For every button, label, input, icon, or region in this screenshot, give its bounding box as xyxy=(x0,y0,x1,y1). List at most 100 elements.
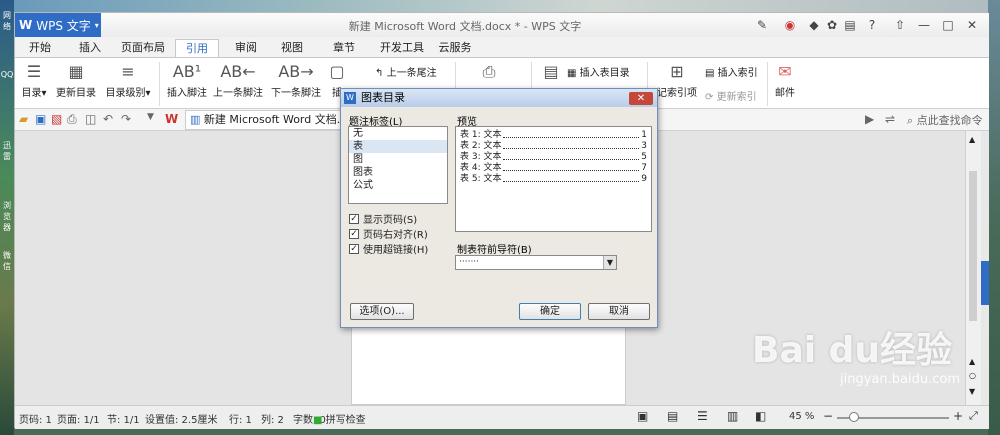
prev-page-icon[interactable]: ▲ xyxy=(969,357,975,366)
fit-page-icon[interactable]: ⤢ xyxy=(969,409,978,423)
fullscreen-icon[interactable]: ▣ xyxy=(637,409,648,423)
doc-icon[interactable]: ▤ xyxy=(841,16,859,34)
search-icon: ⌕ xyxy=(907,114,914,127)
chevron-down-icon[interactable]: ▼ xyxy=(147,112,154,122)
zoom-slider[interactable] xyxy=(837,412,949,422)
tab-review[interactable]: 审阅 xyxy=(231,39,261,57)
close-button[interactable]: ✕ xyxy=(963,16,981,34)
mail-button[interactable]: ✉ 邮件 xyxy=(771,62,799,99)
share-icon[interactable]: ◆ xyxy=(805,16,823,34)
desktop-bottom-strip xyxy=(14,428,988,435)
baidu-watermark-url: jingyan.baidu.com xyxy=(840,372,960,387)
update-toc-button[interactable]: ▦ 更新目录 xyxy=(55,62,97,99)
caption-item-chart[interactable]: 图表 xyxy=(349,166,447,179)
caption-item-equation[interactable]: 公式 xyxy=(349,179,447,192)
insert-table-toc-button[interactable]: ▦ 插入表目录 xyxy=(567,64,637,79)
desktop-icon-browser[interactable]: 浏览器 xyxy=(0,200,14,233)
caption-item-none[interactable]: 无 xyxy=(349,127,447,140)
zoom-in-icon[interactable]: + xyxy=(953,409,963,423)
side-panel-strip[interactable] xyxy=(981,131,989,405)
document-icon: ▤ xyxy=(543,62,559,81)
export-pdf-icon[interactable]: ▧ xyxy=(51,112,62,126)
preview-line: 表 1: 文本 1 xyxy=(460,130,647,140)
web-view-icon[interactable]: ▥ xyxy=(727,409,738,423)
insert-index-button[interactable]: ▤ 插入索引 xyxy=(705,64,763,79)
app-name: WPS 文字 xyxy=(36,18,91,33)
chevron-down-icon[interactable]: ▼ xyxy=(603,256,616,269)
scroll-thumb[interactable] xyxy=(969,171,977,321)
layout-icon[interactable]: ⇌ xyxy=(885,112,895,126)
zoom-slider-thumb[interactable] xyxy=(849,412,859,422)
next-footnote-button[interactable]: AB→ 下一条脚注 xyxy=(269,62,323,99)
spell-check-toggle[interactable]: ■ 拼写检查 xyxy=(313,411,366,426)
table-toc-icon: ▦ xyxy=(567,68,577,79)
tab-references[interactable]: 引用 xyxy=(175,39,219,57)
zoom-out-icon[interactable]: − xyxy=(823,409,833,423)
toc-level-button[interactable]: ≡ 目录级别▾ xyxy=(103,62,153,99)
cancel-button[interactable]: 取消 xyxy=(588,303,650,320)
side-panel-tab[interactable] xyxy=(981,261,989,305)
desktop-icon-xunlei[interactable]: 迅雷 xyxy=(0,140,14,162)
scroll-up-icon[interactable]: ▲ xyxy=(969,135,975,144)
tab-leader-label: 制表符前导符(B) xyxy=(457,245,532,256)
restore-button[interactable]: □ xyxy=(939,16,957,34)
search-command[interactable]: ⌕ 点此查找命令 xyxy=(907,112,983,128)
minimize-button[interactable]: — xyxy=(915,16,933,34)
insert-footnote-button[interactable]: AB¹ 插入脚注 xyxy=(165,62,209,99)
update-toc-icon: ▦ xyxy=(68,62,84,81)
dialog-close-button[interactable]: ✕ xyxy=(629,92,653,105)
checkbox-checked-icon: ✓ xyxy=(349,228,359,239)
tab-insert[interactable]: 插入 xyxy=(73,39,107,57)
svg-text:Bai du经验: Bai du经验 xyxy=(752,330,952,371)
update-index-button[interactable]: ⟳ 更新索引 xyxy=(705,88,763,103)
caption-item-table[interactable]: 表 xyxy=(349,140,447,153)
outline-view-icon[interactable]: ☰ xyxy=(697,409,708,423)
page-view-icon[interactable]: ▤ xyxy=(667,409,678,423)
app-menu-button[interactable]: W WPS 文字 ▾ xyxy=(15,13,101,37)
caption-label-list[interactable]: 无 表 图 图表 公式 xyxy=(348,126,448,204)
reading-mode-icon[interactable]: ◧ xyxy=(755,409,766,423)
redo-icon[interactable]: ↷ xyxy=(121,112,131,126)
zoom-level[interactable]: 45 % xyxy=(789,411,814,422)
tab-developer[interactable]: 开发工具 xyxy=(379,39,425,57)
undo-icon[interactable]: ↶ xyxy=(103,112,113,126)
save-icon[interactable]: ▣ xyxy=(35,112,46,126)
doc-list-button[interactable]: ▤ xyxy=(541,62,561,84)
print-icon-button[interactable]: ⎙ xyxy=(475,62,503,84)
prev-endnote-button[interactable]: ↰ 上一条尾注 xyxy=(375,64,445,79)
ribbon-divider xyxy=(767,62,768,106)
toc-icon: ☰ xyxy=(26,62,42,81)
document-tab[interactable]: ▥ 新建 Microsoft Word 文档.docx xyxy=(185,110,360,130)
print-preview-icon[interactable]: ◫ xyxy=(85,112,96,126)
select-browse-icon[interactable]: ○ xyxy=(969,371,976,380)
notification-icon[interactable]: ◉ xyxy=(781,16,799,34)
options-button[interactable]: 选项(O)... xyxy=(350,303,414,320)
tab-home[interactable]: 开始 xyxy=(25,39,55,57)
tab-chapter[interactable]: 章节 xyxy=(329,39,359,57)
panel-toggle-icon[interactable]: ▶ xyxy=(865,112,874,126)
mark-index-button[interactable]: ⊞ 记索引项 xyxy=(655,62,699,99)
desktop-icon-wechat[interactable]: 微信 xyxy=(0,250,14,272)
tab-cloud[interactable]: 云服务 xyxy=(435,39,475,57)
tab-leader-select[interactable]: ······· ▼ xyxy=(455,255,617,270)
desktop-left-strip: 网络 QQ 迅雷 浏览器 微信 xyxy=(0,0,14,435)
desktop-icon-network[interactable]: 网络 xyxy=(0,10,14,32)
prev-footnote-button[interactable]: AB← 上一条脚注 xyxy=(213,62,263,99)
ok-button[interactable]: 确定 xyxy=(519,303,581,320)
next-footnote-icon: AB→ xyxy=(278,62,314,81)
toc-button[interactable]: ☰ 目录▾ xyxy=(17,62,51,99)
desktop-icon-qq[interactable]: QQ xyxy=(0,70,14,79)
tab-view[interactable]: 视图 xyxy=(277,39,307,57)
print-icon[interactable]: ⎙ xyxy=(67,112,77,127)
right-align-checkbox[interactable]: ✓ 页码右对齐(R) xyxy=(349,226,499,241)
help-button[interactable]: ? xyxy=(863,16,881,34)
settings-icon[interactable]: ✿ xyxy=(823,16,841,34)
vertical-scrollbar[interactable]: ▲ ▲ ○ ▼ xyxy=(965,131,981,405)
caption-item-figure[interactable]: 图 xyxy=(349,153,447,166)
tab-page-layout[interactable]: 页面布局 xyxy=(117,39,169,57)
show-page-numbers-checkbox[interactable]: ✓ 显示页码(S) xyxy=(349,211,499,226)
pin-icon[interactable]: ⇧ xyxy=(891,16,909,34)
skin-icon[interactable]: ✎ xyxy=(753,16,771,34)
next-page-icon[interactable]: ▼ xyxy=(969,387,975,396)
open-folder-icon[interactable]: ▰ xyxy=(19,112,28,126)
